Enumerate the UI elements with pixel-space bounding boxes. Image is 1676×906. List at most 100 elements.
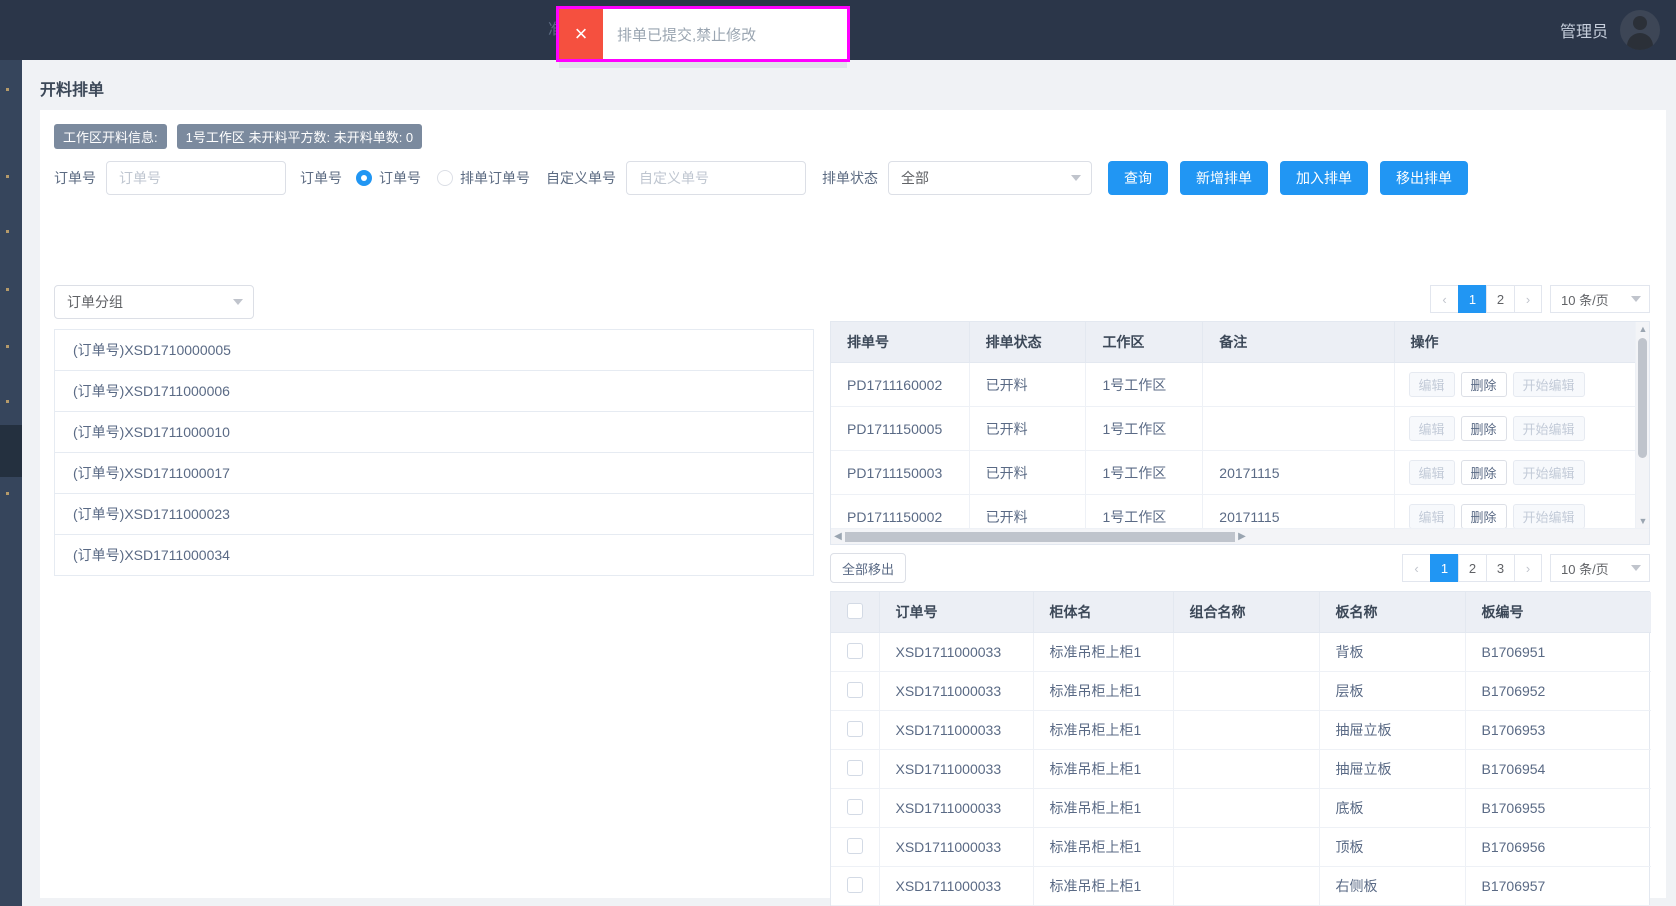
pagination-page-1[interactable]: 1: [1430, 554, 1458, 582]
pagination-page-3[interactable]: 3: [1486, 554, 1514, 582]
cell-order: XSD1711000033: [879, 866, 1034, 906]
list-item[interactable]: (订单号)XSD1710000005: [55, 330, 813, 371]
delete-button[interactable]: 删除: [1460, 416, 1507, 441]
start-edit-button: 开始编辑: [1512, 460, 1585, 485]
horizontal-scrollbar[interactable]: ◀ ▶: [831, 528, 1649, 544]
list-item[interactable]: (订单号)XSD1711000034: [55, 535, 813, 576]
pagination-next[interactable]: ›: [1514, 554, 1542, 582]
table-row[interactable]: XSD1711000033 标准吊柜上柜1 抽屉立板 B1706953: [831, 710, 1651, 750]
close-icon[interactable]: ×: [559, 9, 603, 59]
status-select[interactable]: 全部: [888, 161, 1092, 195]
scroll-right-icon[interactable]: ▶: [1235, 531, 1249, 542]
content-panel: 工作区开料信息: 1号工作区 未开料平方数: 未开料单数: 0 订单号 订单号 …: [40, 110, 1666, 906]
table-row[interactable]: XSD1711000033 标准吊柜上柜1 顶板 B1706956: [831, 827, 1651, 867]
scrollbar-thumb[interactable]: [1638, 338, 1647, 458]
sidebar-item-dot[interactable]: [6, 288, 9, 291]
scrollbar-thumb[interactable]: [845, 531, 1235, 542]
table-row[interactable]: XSD1711000033 标准吊柜上柜1 右侧板 B1706957: [831, 866, 1651, 906]
schedule-table: 排单号 排单状态 工作区 备注 操作 PD1711160002 已开料 1号工作区 编辑 删除开…: [831, 322, 1649, 528]
sidebar-item-dot[interactable]: [6, 400, 9, 403]
row-checkbox[interactable]: [847, 681, 863, 698]
custom-no-input[interactable]: 自定义单号: [626, 161, 806, 195]
cell-actions: 编辑 删除 开始编辑: [1394, 494, 1649, 528]
sidebar-item-dot[interactable]: [6, 88, 9, 91]
cell-order: XSD1711000033: [879, 710, 1034, 750]
cell-cabinet: 标准吊柜上柜1: [1033, 632, 1174, 672]
table-row[interactable]: XSD1711000033 标准吊柜上柜1 抽屉立板 B1706954: [831, 749, 1651, 789]
delete-button[interactable]: 删除: [1460, 372, 1507, 397]
cell-combo: [1173, 632, 1320, 672]
scroll-down-icon[interactable]: ▼: [1636, 516, 1649, 526]
pagination-page-2[interactable]: 2: [1486, 285, 1514, 313]
pagination-next[interactable]: ›: [1514, 285, 1542, 313]
cell-code: B1706954: [1465, 749, 1651, 789]
delete-button[interactable]: 删除: [1460, 504, 1507, 528]
boards-table-header-row: 订单号 柜体名 组合名称 板名称 板编号: [831, 592, 1651, 633]
cell-combo: [1173, 749, 1320, 789]
scroll-left-icon[interactable]: ◀: [831, 531, 845, 542]
list-item[interactable]: (订单号)XSD1711000023: [55, 494, 813, 535]
cell-no: PD1711150002: [831, 494, 970, 528]
pagination-page-1[interactable]: 1: [1458, 285, 1486, 313]
cell-remark: [1202, 406, 1395, 451]
schedule-table-header-row: 排单号 排单状态 工作区 备注 操作: [831, 322, 1649, 363]
join-schedule-button[interactable]: 加入排单: [1280, 161, 1368, 195]
scroll-up-icon[interactable]: ▲: [1636, 324, 1649, 334]
list-item[interactable]: (订单号)XSD1711000006: [55, 371, 813, 412]
boards-table-wrapper: 订单号 柜体名 组合名称 板名称 板编号 XSD1711000033 标准吊柜上柜1 背板 B…: [830, 591, 1651, 906]
row-checkbox[interactable]: [847, 798, 863, 815]
column-header: 柜体名: [1033, 592, 1174, 633]
pagination-page-2[interactable]: 2: [1458, 554, 1486, 582]
table-row[interactable]: XSD1711000033 标准吊柜上柜1 层板 B1706952: [831, 671, 1651, 711]
radio-schedule-order-no[interactable]: 排单订单号: [437, 168, 530, 188]
table-row[interactable]: PD1711160002 已开料 1号工作区 编辑 删除 开始编辑: [831, 362, 1649, 407]
cell-actions: 编辑 删除 开始编辑: [1394, 362, 1649, 407]
table-row[interactable]: XSD1711000033 标准吊柜上柜1 底板 B1706955: [831, 788, 1651, 828]
tag-workarea-info: 工作区开料信息:: [54, 124, 167, 149]
table-row[interactable]: PD1711150002 已开料 1号工作区 20171115 编辑 删除 开始编辑: [831, 494, 1649, 528]
sidebar-rail[interactable]: [0, 60, 22, 906]
cell-cabinet: 标准吊柜上柜1: [1033, 866, 1174, 906]
user-avatar-icon[interactable]: [1620, 10, 1660, 50]
boards-toolbar: 全部移出 ‹ 1 2 3 › 10 条/页: [830, 553, 1650, 583]
sidebar-item-dot[interactable]: [6, 345, 9, 348]
row-checkbox[interactable]: [847, 759, 863, 776]
sidebar-item-dot[interactable]: [6, 492, 9, 495]
order-group-select[interactable]: 订单分组: [54, 285, 254, 319]
sidebar-item-active[interactable]: [0, 425, 22, 477]
sidebar-item-dot[interactable]: [6, 230, 9, 233]
page-size-select[interactable]: 10 条/页: [1550, 554, 1650, 582]
pagination-prev[interactable]: ‹: [1430, 285, 1458, 313]
vertical-scrollbar[interactable]: ▲ ▼: [1635, 322, 1649, 528]
cell-combo: [1173, 671, 1320, 711]
sidebar-item-dot[interactable]: [6, 175, 9, 178]
search-button[interactable]: 查询: [1108, 161, 1168, 195]
order-no-input[interactable]: 订单号: [106, 161, 286, 195]
radio-order-no[interactable]: 订单号: [356, 168, 421, 188]
row-select-cell: [831, 827, 880, 867]
row-checkbox[interactable]: [847, 876, 863, 893]
move-all-out-button[interactable]: 全部移出: [830, 553, 907, 583]
table-row[interactable]: PD1711150003 已开料 1号工作区 20171115 编辑 删除 开始编辑: [831, 450, 1649, 495]
row-checkbox[interactable]: [847, 720, 863, 737]
list-item[interactable]: (订单号)XSD1711000010: [55, 412, 813, 453]
chevron-down-icon: [1631, 565, 1641, 571]
cell-no: PD1711150005: [831, 406, 970, 451]
cell-cabinet: 标准吊柜上柜1: [1033, 749, 1174, 789]
cell-board: 抽屉立板: [1319, 749, 1466, 789]
alert-message: 排单已提交,禁止修改: [603, 9, 847, 59]
table-row[interactable]: PD1711150005 已开料 1号工作区 编辑 删除 开始编辑: [831, 406, 1649, 451]
list-item[interactable]: (订单号)XSD1711000017: [55, 453, 813, 494]
radio-order-no-label: 订单号: [379, 170, 421, 186]
row-checkbox[interactable]: [847, 642, 863, 659]
delete-button[interactable]: 删除: [1460, 460, 1507, 485]
column-header: 操作: [1394, 322, 1649, 363]
current-user-name: 管理员: [1559, 24, 1608, 41]
select-all-checkbox[interactable]: [847, 602, 863, 619]
pagination-prev[interactable]: ‹: [1402, 554, 1430, 582]
add-schedule-button[interactable]: 新增排单: [1180, 161, 1268, 195]
page-size-select[interactable]: 10 条/页: [1550, 285, 1650, 313]
table-row[interactable]: XSD1711000033 标准吊柜上柜1 背板 B1706951: [831, 632, 1651, 672]
remove-schedule-button[interactable]: 移出排单: [1380, 161, 1468, 195]
row-checkbox[interactable]: [847, 837, 863, 854]
